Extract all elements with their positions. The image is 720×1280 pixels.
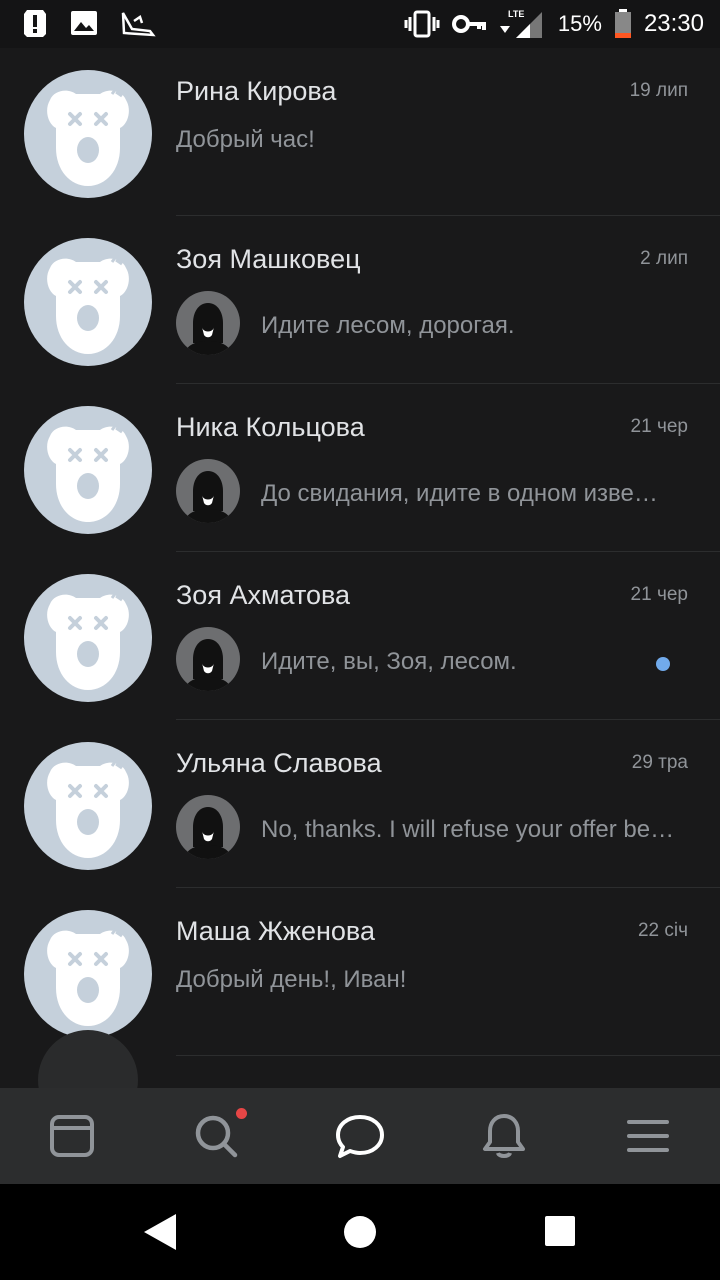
menu-icon [627,1120,669,1152]
app-icon [121,12,156,37]
chat-date: 21 чер [630,584,688,605]
search-icon [195,1115,238,1158]
vpn-key-icon [451,15,486,33]
avatar[interactable] [24,574,152,702]
chat-date: 21 чер [630,416,688,437]
image-icon [71,11,97,35]
sender-avatar [176,291,240,355]
recents-icon[interactable] [544,1215,576,1247]
avatar[interactable] [24,70,152,198]
chat-name: Зоя Ахматова [176,580,351,610]
message-preview: Идите, вы, Зоя, лесом. [261,648,517,675]
signal-icon: LTE [499,9,542,38]
alert-icon [24,10,46,37]
avatar[interactable] [24,406,152,534]
message-preview: No, thanks. I will refuse your offer be… [261,816,675,843]
news-icon [50,1115,94,1157]
avatar[interactable] [24,910,152,1038]
chat-date: 29 тра [631,752,688,773]
sender-avatar [176,459,240,523]
avatar[interactable] [24,238,152,366]
divider [176,1055,720,1056]
chat-date: 22 січ [637,920,688,941]
chat-date: 19 лип [629,80,688,101]
chat-name: Ульяна Славова [176,748,382,778]
battery-icon [614,9,631,38]
clock: 23:30 [643,10,704,37]
sender-avatar [176,795,240,859]
message-preview: Добрый день!, Иван! [176,966,407,993]
avatar[interactable] [24,742,152,870]
message-preview: Идите лесом, дорогая. [261,312,515,339]
chat-row[interactable]: Ника Кольцова 21 чер До свидания, идите … [0,384,720,552]
svg-text:LTE: LTE [508,9,524,19]
chat-date: 2 лип [640,248,688,269]
tab-search[interactable] [144,1088,288,1184]
vibrate-icon [404,10,440,38]
chat-row[interactable]: Ульяна Славова 29 тра No, thanks. I will… [0,720,720,888]
system-navigation-bar [0,1184,720,1280]
chat-name: Ника Кольцова [176,412,365,442]
messages-icon [336,1115,384,1158]
conversation-list[interactable]: Рина Кирова 19 лип Добрый час! Зоя Машков… [0,48,720,1088]
tab-menu[interactable] [576,1088,720,1184]
chat-row[interactable]: Рина Кирова 19 лип Добрый час! [0,48,720,216]
home-icon[interactable] [343,1215,377,1249]
search-badge [236,1108,247,1119]
message-preview: До свидания, идите в одном изве… [261,480,658,507]
chat-name: Рина Кирова [176,76,337,106]
tab-notifications[interactable] [432,1088,576,1184]
chat-row[interactable]: Зоя Машковец 2 лип Идите лесом, дорогая. [0,216,720,384]
tab-messages[interactable] [288,1088,432,1184]
sender-avatar [176,627,240,691]
chat-row[interactable]: Зоя Ахматова 21 чер Идите, вы, Зоя, лесо… [0,552,720,720]
unread-indicator [656,657,670,671]
notifications-icon [483,1114,525,1158]
chat-name: Маша Жженова [176,916,375,946]
bottom-tab-bar [0,1088,720,1184]
chat-row[interactable]: Маша Жженова 22 січ Добрый день!, Иван! [0,888,720,1056]
status-bar: LTE 15% 23:30 [0,0,720,48]
battery-percent: 15% [557,11,602,36]
back-icon[interactable] [142,1212,178,1252]
tab-news[interactable] [0,1088,144,1184]
chat-name: Зоя Машковец [176,244,361,274]
message-preview: Добрый час! [176,126,315,153]
